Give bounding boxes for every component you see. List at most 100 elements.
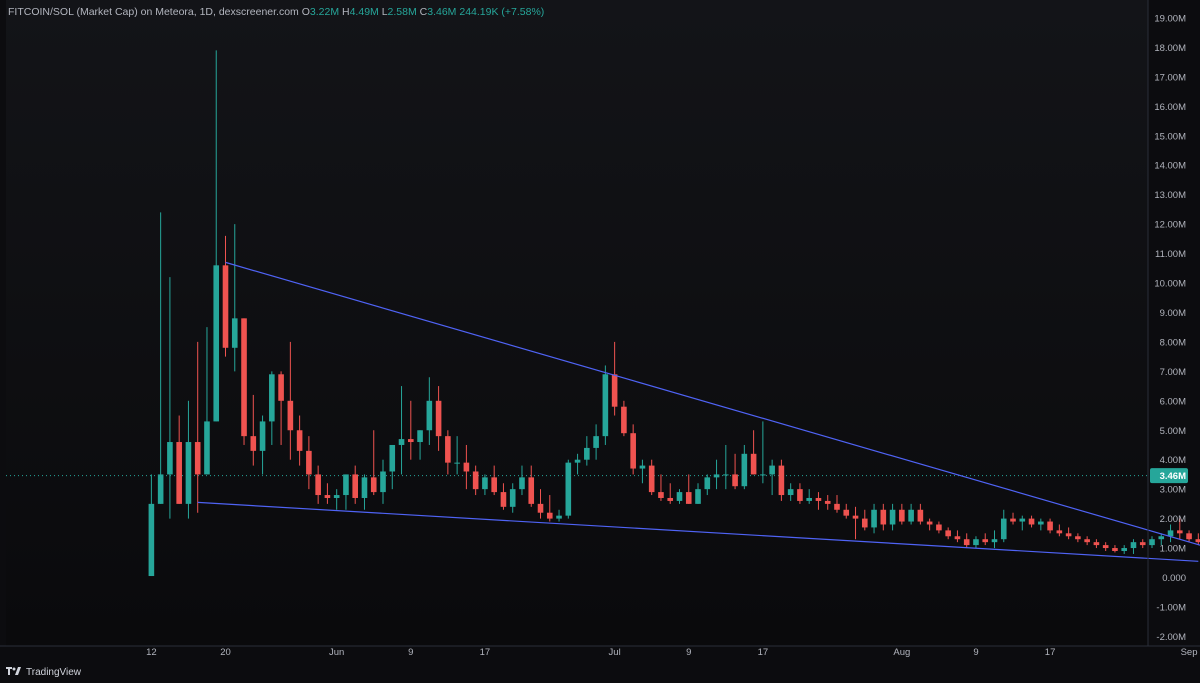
candle-body (778, 465, 785, 496)
candle-body (185, 442, 192, 504)
candle-body (639, 465, 646, 469)
candle-body (926, 521, 933, 525)
candle-body (787, 489, 794, 496)
symbol-legend[interactable]: FITCOIN/SOL (Market Cap) on Meteora, 1D,… (8, 6, 544, 18)
candle-body (269, 374, 275, 422)
candle-body (213, 265, 220, 422)
candle-body (602, 374, 609, 437)
candle-body (982, 539, 989, 543)
candle-body (695, 489, 701, 504)
candle-body (389, 444, 396, 472)
price-tick-label: 8.00M (1160, 337, 1186, 348)
candle-body (991, 539, 998, 543)
candle-body (1010, 518, 1016, 522)
candle-body (1149, 539, 1155, 546)
candle-body (1093, 542, 1100, 546)
time-tick-label: 9 (973, 647, 978, 658)
candle-body (1112, 548, 1118, 551)
tradingview-logo-icon (6, 666, 22, 679)
candle-body (973, 539, 979, 546)
candle-body (630, 433, 636, 469)
price-tick-label: 7.00M (1160, 367, 1186, 378)
candle-body (917, 509, 924, 522)
time-tick-label: 17 (480, 647, 491, 658)
candle-body (194, 442, 201, 475)
candle-body (250, 436, 257, 451)
candle-body (361, 477, 368, 498)
candle-body (380, 471, 386, 493)
candle-body (167, 442, 173, 475)
time-tick-label: Jul (609, 647, 621, 658)
candle-body (157, 474, 164, 504)
plot-gradient (6, 0, 1148, 646)
candle-body (1000, 518, 1007, 540)
price-tick-label: 17.00M (1154, 72, 1186, 83)
candle (602, 365, 609, 445)
price-tick-label: 18.00M (1154, 43, 1186, 54)
candle-body (296, 430, 303, 451)
time-tick-label: 9 (686, 647, 691, 658)
high-label: H (342, 6, 350, 18)
time-tick-label: 20 (220, 647, 231, 658)
candle (241, 318, 247, 445)
candle-body (611, 374, 618, 407)
tradingview-brand[interactable]: TradingView (6, 664, 81, 680)
candle-body (528, 477, 535, 504)
price-tick-label: 4.00M (1160, 455, 1186, 466)
tradingview-name: TradingView (26, 666, 82, 678)
candle-body (648, 465, 655, 493)
candle-body (204, 421, 210, 475)
candle-body (324, 495, 331, 498)
candle-body (1102, 545, 1109, 549)
candle-body (1084, 539, 1090, 543)
candle-body (417, 430, 423, 443)
candle-body (713, 474, 720, 478)
candle-body (343, 474, 349, 496)
price-tick-label: 10.00M (1154, 279, 1186, 290)
candle-body (231, 318, 238, 348)
candle-body (222, 265, 229, 348)
low-value: 2.58M (387, 6, 417, 18)
symbol-title[interactable]: FITCOIN/SOL (Market Cap) on Meteora, 1D,… (8, 6, 299, 18)
candle-body (287, 400, 294, 431)
time-tick-label: 17 (758, 647, 769, 658)
candle-body (445, 436, 451, 463)
price-tick-label: -2.00M (1156, 632, 1186, 643)
candle-body (426, 400, 433, 431)
candle-body (797, 489, 803, 501)
candle-body (741, 453, 748, 487)
candle-body (241, 318, 247, 437)
candle-body (1195, 539, 1200, 543)
last-price-text: 3.46M (1160, 471, 1186, 482)
change-value: 244.19K (+7.58%) (459, 6, 545, 18)
candle-body (565, 462, 572, 516)
price-tick-label: -1.00M (1156, 602, 1186, 613)
candle-body (509, 489, 516, 507)
candle-body (963, 539, 970, 546)
candle-body (880, 509, 887, 525)
candle-body (1167, 530, 1174, 537)
candle (565, 459, 572, 519)
candle-body (519, 477, 525, 490)
candle-body (1176, 530, 1183, 534)
candle-body (899, 509, 905, 522)
candle-body (852, 515, 859, 519)
plot-area[interactable] (6, 0, 1148, 646)
candle-body (824, 500, 831, 504)
price-tick-label: 16.00M (1154, 102, 1186, 113)
candle-body (750, 453, 757, 475)
candle-body (815, 497, 822, 501)
chart-canvas[interactable]: -2.00M -1.00M 0.000 1.00M 2.00M 3.00M 4.00M 5.0… (0, 0, 1200, 683)
open-label: O (301, 6, 310, 18)
candle-body (463, 462, 470, 472)
candle-body (584, 447, 590, 460)
time-tick-label: Jun (329, 647, 344, 658)
candle-body (454, 462, 460, 464)
candle-body (148, 503, 155, 577)
candle-body (574, 459, 581, 463)
candle-body (843, 509, 850, 516)
price-tick-label: 19.00M (1154, 13, 1186, 24)
candle-body (732, 474, 738, 487)
price-tick-label: 9.00M (1160, 308, 1186, 319)
candle-body (1139, 542, 1146, 546)
